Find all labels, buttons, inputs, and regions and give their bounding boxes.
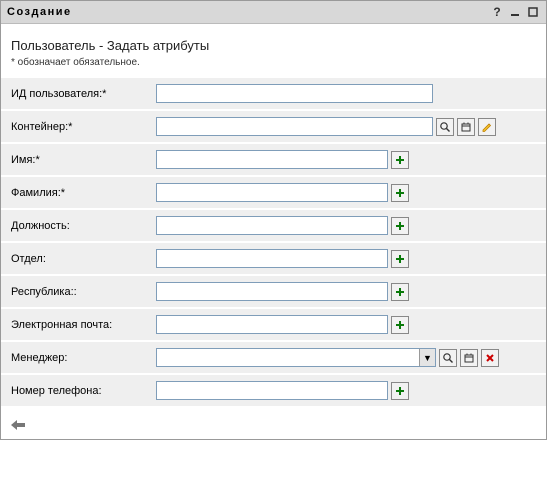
add-icon[interactable] (391, 184, 409, 202)
add-icon[interactable] (391, 250, 409, 268)
row-lastname: Фамилия:* (1, 177, 546, 208)
add-icon[interactable] (391, 316, 409, 334)
browse-icon[interactable] (436, 118, 454, 136)
add-icon[interactable] (391, 151, 409, 169)
chevron-down-icon[interactable]: ▼ (419, 349, 435, 366)
row-state: Республика:: (1, 276, 546, 307)
input-container[interactable] (156, 117, 433, 136)
edit-icon[interactable] (478, 118, 496, 136)
row-email: Электронная почта: (1, 309, 546, 340)
input-title[interactable] (156, 216, 388, 235)
maximize-icon[interactable] (526, 5, 540, 19)
input-lastname[interactable] (156, 183, 388, 202)
row-dept: Отдел: (1, 243, 546, 274)
page-subheader: Пользователь - Задать атрибуты * обознач… (1, 24, 546, 74)
row-manager: Менеджер: ▼ (1, 342, 546, 373)
page-heading: Пользователь - Задать атрибуты (11, 38, 536, 53)
add-icon[interactable] (391, 283, 409, 301)
footer (1, 416, 546, 439)
label-state: Республика:: (11, 286, 156, 298)
label-lastname: Фамилия:* (11, 187, 156, 199)
delete-icon[interactable] (481, 349, 499, 367)
minimize-icon[interactable] (508, 5, 522, 19)
history-icon[interactable] (460, 349, 478, 367)
label-firstname: Имя:* (11, 154, 156, 166)
history-icon[interactable] (457, 118, 475, 136)
combo-manager-text (157, 349, 419, 366)
row-title: Должность: (1, 210, 546, 241)
label-email: Электронная почта: (11, 319, 156, 331)
required-note: * обозначает обязательное. (11, 57, 536, 68)
row-phone: Номер телефона: (1, 375, 546, 406)
row-user-id: ИД пользователя:* (1, 78, 546, 109)
row-container: Контейнер:* (1, 111, 546, 142)
input-user-id[interactable] (156, 84, 433, 103)
input-dept[interactable] (156, 249, 388, 268)
titlebar: Создание ? (1, 1, 546, 24)
input-firstname[interactable] (156, 150, 388, 169)
label-title: Должность: (11, 220, 156, 232)
input-email[interactable] (156, 315, 388, 334)
label-user-id: ИД пользователя:* (11, 88, 156, 100)
label-phone: Номер телефона: (11, 385, 156, 397)
input-state[interactable] (156, 282, 388, 301)
label-dept: Отдел: (11, 253, 156, 265)
label-manager: Менеджер: (11, 352, 156, 364)
back-icon[interactable] (11, 421, 25, 433)
create-window: Создание ? Пользователь - Задать атрибут… (0, 0, 547, 440)
attributes-form: ИД пользователя:* Контейнер:* (1, 74, 546, 416)
input-phone[interactable] (156, 381, 388, 400)
add-icon[interactable] (391, 382, 409, 400)
combo-manager[interactable]: ▼ (156, 348, 436, 367)
label-container: Контейнер:* (11, 121, 156, 133)
row-firstname: Имя:* (1, 144, 546, 175)
browse-icon[interactable] (439, 349, 457, 367)
help-icon[interactable]: ? (490, 5, 504, 19)
window-title: Создание (7, 6, 486, 18)
add-icon[interactable] (391, 217, 409, 235)
